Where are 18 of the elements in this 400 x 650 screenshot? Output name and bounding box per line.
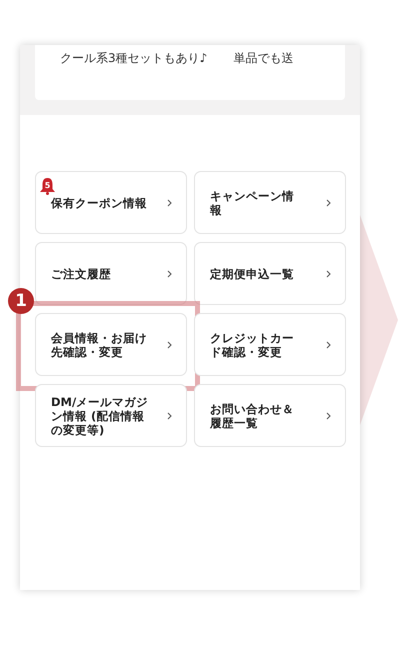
chevron-icon — [326, 412, 331, 420]
bell-icon: 5 — [39, 177, 56, 195]
chevron-icon — [167, 270, 172, 278]
menu-button[interactable]: 会員情報・お届け先確認・変更 — [35, 313, 187, 376]
chevron-icon — [167, 412, 172, 420]
menu-button[interactable]: DM/メールマガジン情報 (配信情報の変更等) — [35, 384, 187, 447]
menu-button[interactable]: 定期便申込一覧 — [194, 242, 346, 305]
chevron-icon — [326, 340, 331, 348]
promo-text: 単品でも送 — [233, 50, 294, 67]
chevron-icon — [326, 198, 331, 206]
menu-button[interactable]: クレジットカード確認・変更 — [194, 313, 346, 376]
chevron-icon — [167, 198, 172, 206]
chevron-icon — [326, 270, 331, 278]
step-badge: 1 — [8, 288, 34, 314]
menu-button[interactable]: キャンペーン情報 — [194, 171, 346, 234]
menu-button[interactable]: お問い合わせ＆履歴一覧 — [194, 384, 346, 447]
promo-text: クール系3種セットもあり♪ — [60, 50, 208, 67]
chevron-icon — [167, 340, 172, 348]
